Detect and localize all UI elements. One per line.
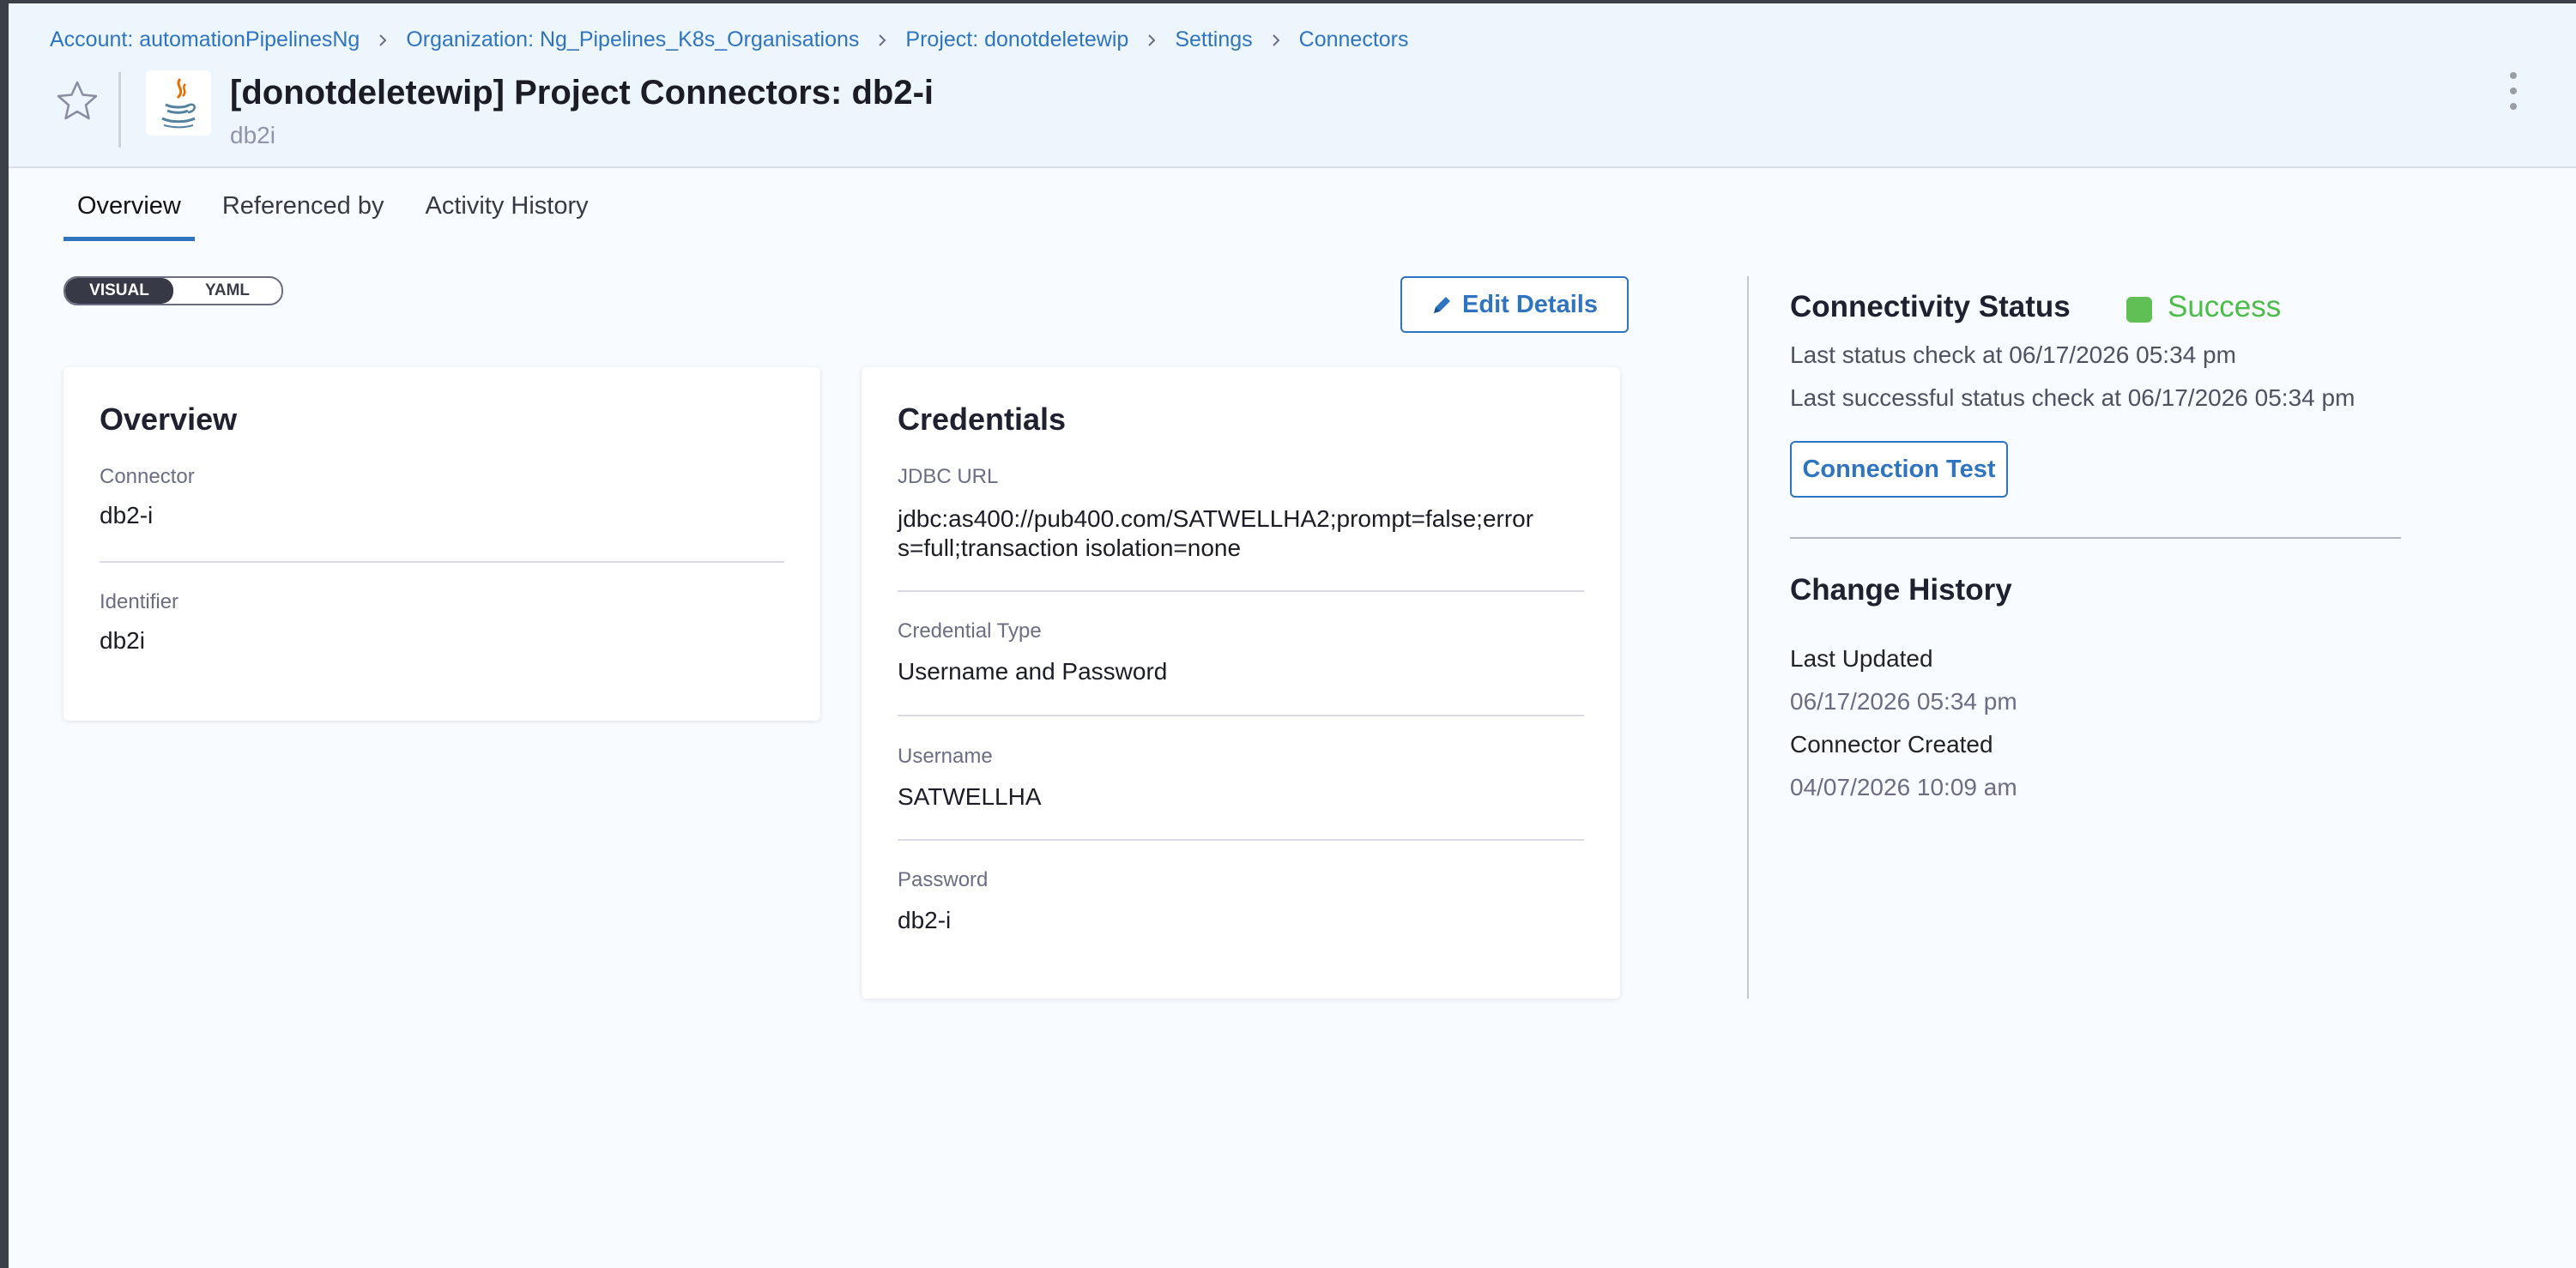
overview-card-title: Overview — [100, 402, 238, 437]
page-title: [donotdeletewip] Project Connectors: db2… — [230, 74, 934, 112]
pencil-icon — [1434, 297, 1451, 313]
chevron-right-icon — [1148, 33, 1156, 46]
identifier-label: Identifier — [100, 590, 179, 613]
kebab-dot — [2510, 88, 2517, 94]
connector-logo — [146, 70, 211, 136]
edit-details-label: Edit Details — [1462, 290, 1598, 318]
credentials-card-title: Credentials — [898, 402, 1067, 437]
header-divider — [118, 72, 121, 148]
edit-details-button[interactable]: Edit Details — [1400, 276, 1629, 333]
chevron-right-icon — [379, 33, 387, 46]
section-divider — [1790, 537, 2401, 539]
last-successful-check: Last successful status check at 06/17/20… — [1790, 384, 2355, 411]
toggle-visual[interactable]: VISUAL — [65, 278, 173, 304]
kebab-dot — [2510, 72, 2517, 79]
star-outline-icon[interactable] — [55, 79, 100, 124]
chevron-right-icon — [1272, 33, 1280, 46]
username-label: Username — [898, 745, 993, 768]
chevron-right-icon — [879, 33, 886, 46]
overview-card: Overview Connector db2-i Identifier db2i — [63, 367, 820, 721]
jdbc-url-label: JDBC URL — [898, 465, 999, 488]
credential-type-label: Credential Type — [898, 619, 1042, 643]
success-status-icon — [2126, 297, 2152, 323]
card-divider — [100, 561, 784, 563]
kebab-menu-icon[interactable] — [2500, 72, 2526, 110]
view-toggle: VISUAL YAML — [63, 276, 283, 305]
password-label: Password — [898, 868, 989, 891]
card-divider — [898, 590, 1584, 592]
password-value: db2-i — [898, 907, 952, 933]
jdbc-url-line-2: s=full;transaction isolation=none — [898, 534, 1242, 561]
connector-label: Connector — [100, 465, 195, 488]
panel-divider — [1747, 276, 1749, 999]
credentials-card: Credentials JDBC URL jdbc:as400://pub400… — [862, 367, 1620, 999]
connectivity-status-title: Connectivity Status — [1790, 290, 2071, 323]
card-divider — [898, 839, 1584, 841]
breadcrumb-organization[interactable]: Organization: Ng_Pipelines_K8s_Organisat… — [406, 27, 859, 52]
identifier-value: db2i — [100, 627, 145, 654]
change-history-title: Change History — [1790, 573, 2012, 607]
connector-created-label: Connector Created — [1790, 731, 1993, 758]
tab-activity-history[interactable]: Activity History — [411, 168, 602, 241]
last-updated-value: 06/17/2026 05:34 pm — [1790, 688, 2017, 715]
java-icon — [161, 78, 196, 129]
username-value: SATWELLHA — [898, 783, 1042, 810]
connector-created-value: 04/07/2026 10:09 am — [1790, 774, 2017, 800]
left-rail — [0, 0, 9, 1268]
connector-value: db2-i — [100, 502, 154, 528]
kebab-dot — [2510, 103, 2517, 110]
tab-referenced-by[interactable]: Referenced by — [209, 168, 398, 241]
credential-type-value: Username and Password — [898, 658, 1168, 685]
last-updated-label: Last Updated — [1790, 645, 1933, 672]
connectivity-status-value: Success — [2168, 290, 2282, 323]
tab-bar: Overview Referenced by Activity History — [63, 168, 616, 241]
jdbc-url-line-1: jdbc:as400://pub400.com/SATWELLHA2;promp… — [898, 505, 1534, 532]
tab-overview[interactable]: Overview — [63, 168, 195, 241]
page-header: Account: automationPipelinesNg Organizat… — [9, 3, 2576, 168]
breadcrumb-connectors[interactable]: Connectors — [1299, 27, 1409, 52]
breadcrumb-project[interactable]: Project: donotdeletewip — [905, 27, 1128, 52]
breadcrumb-settings[interactable]: Settings — [1175, 27, 1252, 52]
breadcrumb-account[interactable]: Account: automationPipelinesNg — [50, 27, 360, 52]
breadcrumb: Account: automationPipelinesNg Organizat… — [50, 27, 1409, 52]
page-subtitle: db2i — [230, 122, 275, 148]
connection-test-button[interactable]: Connection Test — [1790, 441, 2008, 498]
last-status-check: Last status check at 06/17/2026 05:34 pm — [1790, 341, 2236, 368]
toggle-yaml[interactable]: YAML — [173, 278, 281, 304]
card-divider — [898, 715, 1584, 716]
